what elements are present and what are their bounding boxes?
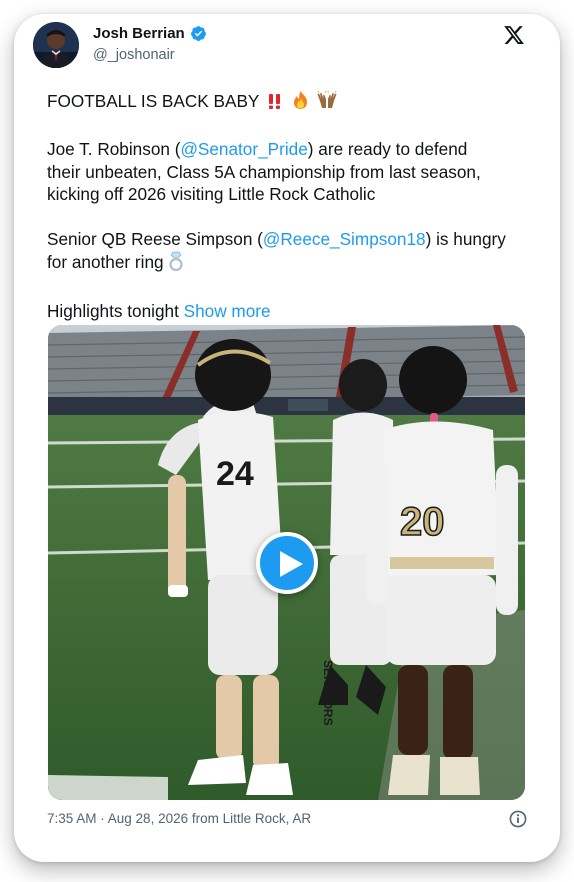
tweet-timestamp[interactable]: 7:35 AM · Aug 28, 2026 from Little Rock,… [47,811,311,826]
video-media[interactable]: 24 20 SENATORS [48,325,525,800]
text-line: kicking off 2026 visiting Little Rock Ca… [47,184,376,204]
team-text: SENATORS [321,660,335,726]
verified-badge-icon [190,25,207,42]
info-icon[interactable] [509,810,527,828]
tweet-text: FOOTBALL IS BACK BABY Joe T. Robinson (@… [47,90,529,322]
avatar[interactable] [33,22,79,68]
jersey-number-left: 24 [216,455,254,493]
double-exclamation-icon [266,92,284,116]
tweet-paragraph-4: Highlights tonight Show more [47,300,529,323]
x-logo-icon[interactable] [503,24,525,46]
tweet-paragraph-2: Joe T. Robinson (@Senator_Pride) are rea… [47,138,529,206]
text-segment: Highlights tonight [47,300,184,321]
text-line: for another ring [47,251,164,272]
mention-reece-simpson18[interactable]: @Reece_Simpson18 [263,229,426,249]
tweet-header: Josh Berrian @_joshonair [33,22,527,82]
show-more-link[interactable]: Show more [184,301,271,321]
author-handle[interactable]: @_joshonair [93,47,175,63]
mention-senator-pride[interactable]: @Senator_Pride [180,139,307,159]
play-icon [280,551,303,577]
tweet-headline-line: FOOTBALL IS BACK BABY [47,90,529,116]
text-line: their unbeaten, Class 5A championship fr… [47,161,481,182]
author-name[interactable]: Josh Berrian [93,25,185,42]
jersey-number-right: 20 [400,500,445,544]
play-button[interactable] [256,532,318,594]
fire-icon [291,90,310,116]
ring-icon [168,251,184,278]
tweet-footer: 7:35 AM · Aug 28, 2026 from Little Rock,… [47,810,527,830]
tweet-headline: FOOTBALL IS BACK BABY [47,91,260,111]
raising-hands-icon [316,90,338,116]
tweet-paragraph-3: Senior QB Reese Simpson (@Reece_Simpson1… [47,228,529,277]
text-segment: ) are ready to defend [307,139,468,159]
text-segment: Joe T. Robinson ( [47,139,181,159]
text-segment: Senior QB Reese Simpson ( [47,229,263,249]
author-name-row: Josh Berrian [93,25,207,42]
text-segment: ) is hungry [425,229,506,249]
